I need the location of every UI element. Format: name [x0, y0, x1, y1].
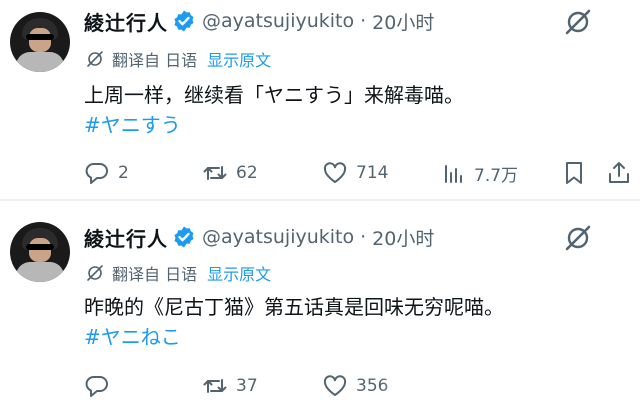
action-bar: 2 62 714 7.7万: [0, 158, 640, 188]
retweet-count: 37: [236, 376, 258, 396]
avatar[interactable]: [10, 12, 70, 72]
translation-label: 翻译自 日语: [112, 51, 198, 70]
author-handle[interactable]: @ayatsujiyukito: [202, 10, 354, 32]
header-separator: ·: [360, 10, 367, 32]
tweet-header: 綾辻行人 @ayatsujiyukito · 20小时: [84, 223, 434, 252]
like-icon: [323, 162, 347, 183]
tweet-time[interactable]: 20小时: [372, 8, 434, 35]
like-button[interactable]: 356: [322, 371, 388, 401]
views-count: 7.7万: [474, 165, 519, 186]
avatar-glasses: [26, 244, 54, 250]
show-original-link[interactable]: 显示原文: [207, 47, 271, 71]
tweet-text: 昨晚的《尼古丁猫》第五话真是回味无穷呢喵。: [84, 295, 504, 319]
verified-badge-icon: [174, 10, 194, 32]
retweet-icon: [203, 379, 227, 393]
views-icon: [445, 165, 462, 183]
hashtag-link[interactable]: #ヤニねこ: [84, 322, 181, 352]
faded-overlay: [380, 367, 640, 409]
author-handle[interactable]: @ayatsujiyukito: [202, 226, 354, 248]
reply-icon: [85, 163, 108, 184]
show-original-link[interactable]: 显示原文: [207, 261, 271, 285]
author-name[interactable]: 綾辻行人: [84, 7, 168, 36]
bookmark-button[interactable]: [561, 158, 587, 188]
hashtag-link[interactable]: #ヤニすう: [84, 110, 181, 140]
avatar-coat: [16, 52, 64, 72]
like-button[interactable]: 714: [322, 158, 388, 188]
retweet-icon: [203, 166, 227, 180]
retweet-count: 62: [236, 163, 258, 183]
tweet-header: 綾辻行人 @ayatsujiyukito · 20小时: [84, 7, 434, 36]
reply-icon: [85, 376, 108, 397]
grok-icon[interactable]: [564, 224, 592, 252]
views-button[interactable]: 7.7万: [440, 158, 518, 188]
like-count: 714: [356, 163, 389, 183]
translate-icon: [87, 51, 103, 67]
reply-button[interactable]: [84, 371, 118, 401]
tweet[interactable]: 綾辻行人 @ayatsujiyukito · 20小时 翻译自 日语 显示原文 …: [0, 0, 640, 199]
avatar-face: [29, 238, 51, 262]
avatar-glasses: [26, 34, 54, 40]
like-icon: [323, 375, 347, 396]
avatar-face: [29, 28, 51, 52]
share-icon: [609, 162, 629, 183]
translation-row: 翻译自 日语 显示原文: [86, 262, 271, 284]
bookmark-icon: [566, 162, 582, 184]
retweet-button[interactable]: 62: [202, 158, 258, 188]
reply-button[interactable]: 2: [84, 158, 129, 188]
avatar-coat: [16, 262, 64, 282]
translation-label: 翻译自 日语: [112, 265, 198, 284]
translate-icon: [87, 265, 103, 281]
grok-icon[interactable]: [564, 8, 592, 36]
tweet-time[interactable]: 20小时: [372, 224, 434, 251]
tweet[interactable]: 綾辻行人 @ayatsujiyukito · 20小时 翻译自 日语 显示原文 …: [0, 199, 640, 409]
translation-row: 翻译自 日语 显示原文: [86, 48, 271, 70]
avatar[interactable]: [10, 222, 70, 282]
header-separator: ·: [360, 226, 367, 248]
author-name[interactable]: 綾辻行人: [84, 223, 168, 252]
share-button[interactable]: [606, 158, 632, 188]
tweet-text: 上周一样，继续看「ヤニすう」来解毒喵。: [84, 83, 464, 107]
retweet-button[interactable]: 37: [202, 371, 258, 401]
reply-count: 2: [118, 163, 129, 183]
verified-badge-icon: [174, 226, 194, 248]
